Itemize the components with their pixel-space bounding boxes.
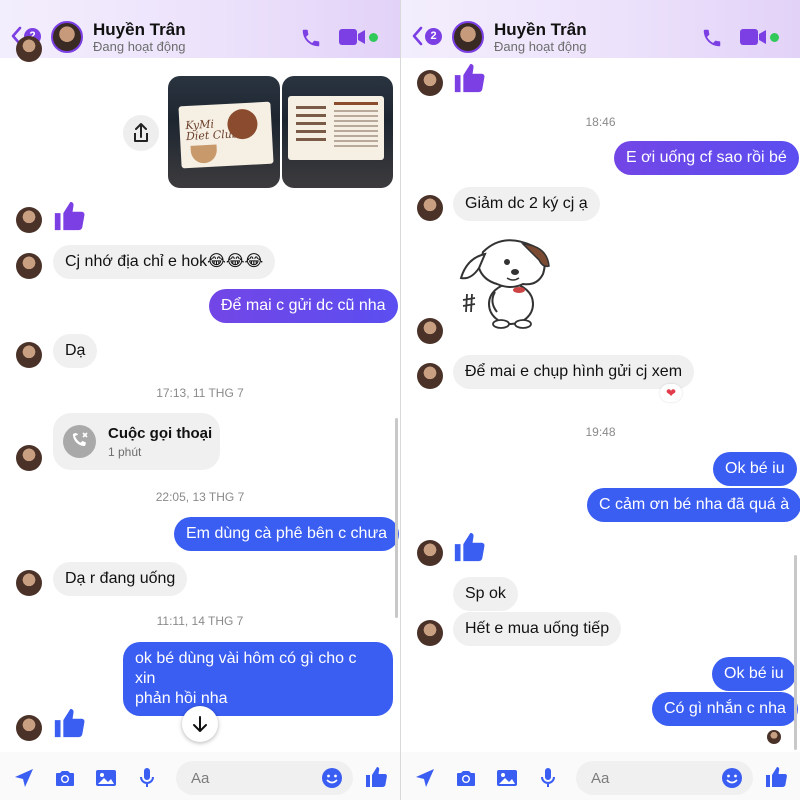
contact-name[interactable]: Huyền Trân	[494, 20, 587, 40]
dog-sticker[interactable]	[453, 232, 553, 332]
message-outgoing[interactable]: ok bé dùng vài hôm có gì cho c xin phản …	[123, 642, 393, 716]
message-incoming[interactable]: Hết e mua uống tiếp	[453, 612, 622, 646]
message-incoming[interactable]: Dạ r đang uống	[53, 562, 188, 596]
message-incoming[interactable]: Để mai e chụp hình gửi cj xem	[453, 355, 695, 389]
message-incoming[interactable]: Dạ	[53, 334, 98, 368]
emoji-icon[interactable]	[321, 767, 343, 789]
phone-icon[interactable]	[300, 27, 322, 49]
contact-avatar-small	[417, 318, 443, 344]
microphone-icon[interactable]	[536, 766, 560, 790]
like-icon[interactable]	[364, 765, 388, 789]
thumbs-up-icon	[452, 61, 486, 95]
contact-avatar-small	[16, 342, 42, 368]
gallery-icon[interactable]	[94, 766, 118, 790]
thumbs-up-icon	[52, 706, 86, 740]
chat-header: 2 Huyền Trân Đang hoạt động	[0, 0, 400, 58]
timestamp: 17:13, 11 THG 7	[156, 386, 244, 400]
call-icon-wrap	[63, 425, 96, 458]
arrow-down-icon	[193, 716, 207, 732]
contact-avatar-small	[417, 70, 443, 96]
contact-avatar-small	[417, 540, 443, 566]
share-button[interactable]	[123, 115, 159, 151]
scroll-to-bottom-button[interactable]	[182, 706, 218, 742]
message-line: ok bé dùng vài hôm có gì cho c xin	[135, 650, 357, 687]
contact-avatar[interactable]	[51, 21, 83, 53]
thumbs-up-icon	[52, 199, 86, 233]
contact-avatar-small	[16, 715, 42, 741]
message-input-placeholder: Aa	[191, 770, 210, 787]
message-outgoing[interactable]: C cảm ơn bé nha đã quá à	[587, 488, 800, 522]
phone-icon[interactable]	[701, 27, 723, 49]
share-icon	[134, 123, 148, 142]
contact-avatar-small	[16, 570, 42, 596]
message-outgoing[interactable]: Ok bé iu	[712, 657, 796, 691]
contact-avatar-small	[417, 620, 443, 646]
contact-avatar-small	[417, 363, 443, 389]
product-card-back	[288, 96, 384, 160]
emoji-icon[interactable]	[721, 767, 743, 789]
location-icon[interactable]	[413, 766, 437, 790]
photo-attachment[interactable]: KyMi Diet Club	[168, 76, 280, 188]
voice-call-card[interactable]: Cuộc gọi thoại 1 phút	[53, 413, 220, 470]
message-input[interactable]: Aa	[176, 761, 353, 795]
contact-name[interactable]: Huyền Trân	[93, 20, 186, 40]
message-input-placeholder: Aa	[591, 770, 610, 787]
call-duration: 1 phút	[108, 445, 142, 459]
camera-icon[interactable]	[454, 766, 478, 790]
online-indicator	[369, 33, 378, 42]
message-outgoing[interactable]: Có gì nhắn c nha	[652, 692, 798, 726]
message-outgoing[interactable]: E ơi uống cf sao rồi bé	[614, 141, 799, 175]
thumbs-up-icon	[452, 530, 486, 564]
contact-avatar[interactable]	[452, 21, 484, 53]
scrollbar[interactable]	[395, 418, 398, 618]
timestamp: 22:05, 13 THG 7	[155, 490, 245, 504]
message-incoming[interactable]: Sp ok	[453, 577, 518, 611]
chat-header: 2 Huyền Trân Đang hoạt động	[401, 0, 800, 58]
contact-status: Đang hoạt động	[494, 39, 587, 54]
contact-status: Đang hoạt động	[93, 39, 186, 54]
message-outgoing[interactable]: Em dùng cà phê bên c chưa	[174, 517, 400, 551]
back-chevron-icon	[412, 26, 423, 46]
like-icon[interactable]	[764, 765, 788, 789]
contact-avatar-small	[16, 36, 42, 62]
contact-avatar-small	[16, 207, 42, 233]
right-chat-panel: 2 Huyền Trân Đang hoạt động 18:46 E ơi u…	[401, 0, 800, 800]
timestamp: 18:46	[585, 115, 616, 129]
message-outgoing[interactable]: Để mai c gửi dc cũ nha	[209, 289, 398, 323]
video-icon[interactable]	[338, 27, 366, 47]
message-input[interactable]: Aa	[576, 761, 753, 795]
call-title: Cuộc gọi thoại	[108, 425, 213, 442]
product-card: KyMi Diet Club	[178, 101, 274, 169]
video-icon[interactable]	[739, 27, 767, 47]
gallery-icon[interactable]	[495, 766, 519, 790]
message-incoming[interactable]: Giảm dc 2 ký cj ạ	[453, 187, 600, 221]
heart-reaction[interactable]: ❤	[660, 384, 682, 402]
photo-attachment-2[interactable]	[282, 76, 393, 188]
camera-icon[interactable]	[53, 766, 77, 790]
timestamp: 19:48	[585, 425, 616, 439]
unread-badge: 2	[425, 28, 442, 45]
seen-avatar	[767, 730, 781, 744]
scrollbar[interactable]	[794, 555, 797, 750]
location-icon[interactable]	[12, 766, 36, 790]
left-chat-panel: 2 Huyền Trân Đang hoạt động KyMi Diet Cl…	[0, 0, 400, 800]
timestamp: 11:11, 14 THG 7	[156, 614, 244, 628]
message-outgoing[interactable]: Ok bé iu	[713, 452, 797, 486]
microphone-icon[interactable]	[135, 766, 159, 790]
back-button[interactable]	[411, 26, 423, 46]
contact-avatar-small	[417, 195, 443, 221]
contact-avatar-small	[16, 445, 42, 471]
contact-avatar-small	[16, 253, 42, 279]
message-incoming[interactable]: Cj nhớ địa chỉ e hok😂😂😂	[53, 245, 276, 279]
call-icon	[72, 432, 88, 446]
online-indicator	[770, 33, 779, 42]
message-line: phản hồi nha	[135, 690, 228, 707]
